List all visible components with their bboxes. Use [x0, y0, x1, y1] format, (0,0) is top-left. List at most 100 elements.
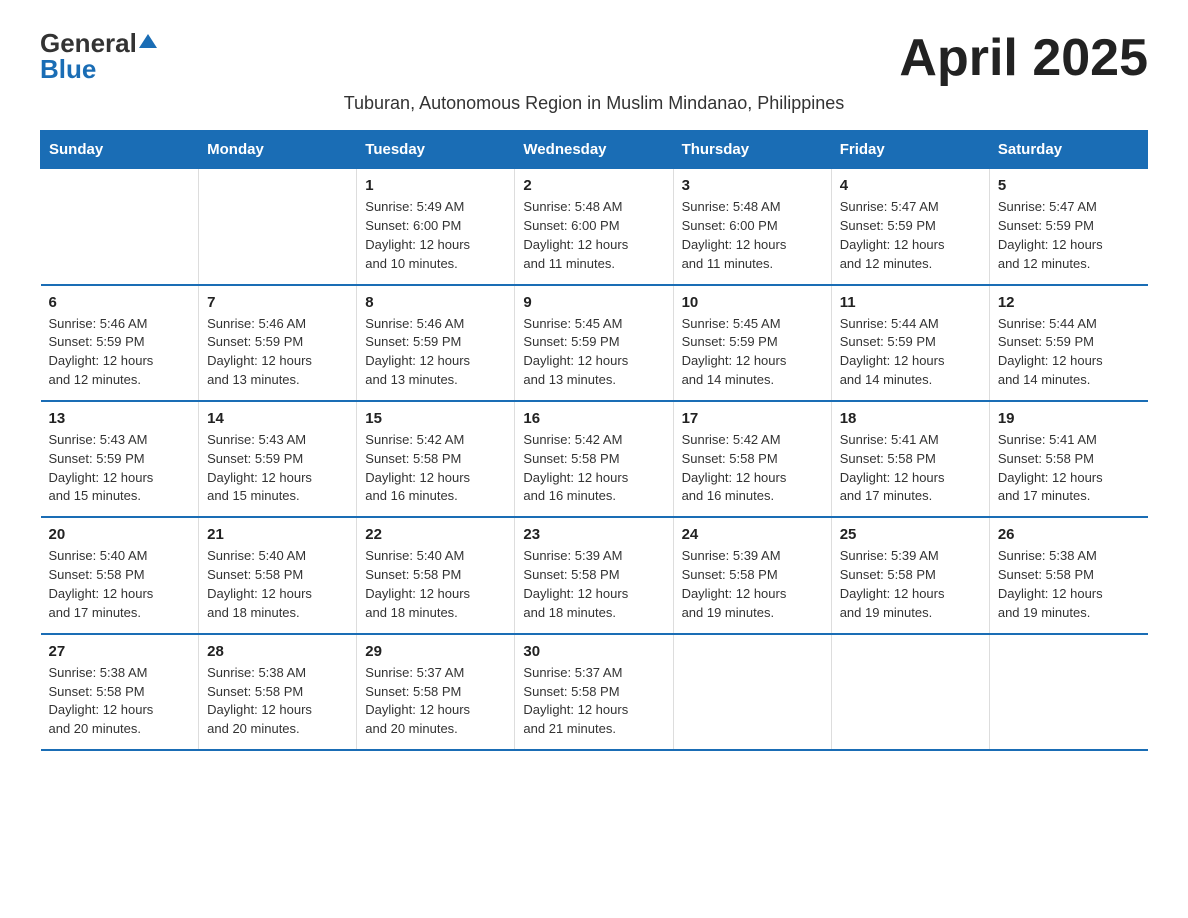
day-number: 13 — [49, 410, 191, 427]
page-title: April 2025 — [899, 30, 1148, 87]
day-number: 7 — [207, 294, 348, 311]
day-number: 30 — [523, 643, 664, 660]
day-number: 12 — [998, 294, 1140, 311]
calendar-cell: 4 Sunrise: 5:47 AM Sunset: 5:59 PM Daylig… — [831, 169, 989, 285]
day-number: 18 — [840, 410, 981, 427]
calendar-cell: 18 Sunrise: 5:41 AM Sunset: 5:58 PM Dayli… — [831, 401, 989, 517]
day-info: Sunrise: 5:43 AM Sunset: 5:59 PM Dayligh… — [49, 431, 191, 506]
day-number: 17 — [682, 410, 823, 427]
calendar-week-row: 27 Sunrise: 5:38 AM Sunset: 5:58 PM Dayli… — [41, 634, 1148, 750]
day-number: 25 — [840, 526, 981, 543]
day-info: Sunrise: 5:48 AM Sunset: 6:00 PM Dayligh… — [523, 198, 664, 273]
calendar-cell — [673, 634, 831, 750]
day-info: Sunrise: 5:45 AM Sunset: 5:59 PM Dayligh… — [682, 315, 823, 390]
day-number: 27 — [49, 643, 191, 660]
day-number: 3 — [682, 177, 823, 194]
logo-general: General — [40, 30, 137, 56]
day-info: Sunrise: 5:48 AM Sunset: 6:00 PM Dayligh… — [682, 198, 823, 273]
calendar-cell — [41, 169, 199, 285]
day-number: 20 — [49, 526, 191, 543]
calendar-cell: 26Sunrise: 5:38 AM Sunset: 5:58 PM Dayli… — [989, 517, 1147, 633]
day-info: Sunrise: 5:38 AM Sunset: 5:58 PM Dayligh… — [49, 664, 191, 739]
day-number: 23 — [523, 526, 664, 543]
calendar-cell — [989, 634, 1147, 750]
calendar-cell: 19 Sunrise: 5:41 AM Sunset: 5:58 PM Dayli… — [989, 401, 1147, 517]
calendar-cell: 16Sunrise: 5:42 AM Sunset: 5:58 PM Dayli… — [515, 401, 673, 517]
calendar-cell: 2Sunrise: 5:48 AM Sunset: 6:00 PM Daylig… — [515, 169, 673, 285]
calendar-cell: 25 Sunrise: 5:39 AM Sunset: 5:58 PM Dayli… — [831, 517, 989, 633]
calendar-cell: 9Sunrise: 5:45 AM Sunset: 5:59 PM Daylig… — [515, 285, 673, 401]
day-info: Sunrise: 5:40 AM Sunset: 5:58 PM Dayligh… — [49, 547, 191, 622]
day-info: Sunrise: 5:42 AM Sunset: 5:58 PM Dayligh… — [682, 431, 823, 506]
weekday-header-friday: Friday — [831, 131, 989, 169]
day-info: Sunrise: 5:46 AM Sunset: 5:59 PM Dayligh… — [49, 315, 191, 390]
weekday-header-sunday: Sunday — [41, 131, 199, 169]
calendar-cell: 22Sunrise: 5:40 AM Sunset: 5:58 PM Dayli… — [357, 517, 515, 633]
weekday-header-saturday: Saturday — [989, 131, 1147, 169]
day-number: 28 — [207, 643, 348, 660]
calendar-cell: 20 Sunrise: 5:40 AM Sunset: 5:58 PM Dayli… — [41, 517, 199, 633]
calendar-cell: 21 Sunrise: 5:40 AM Sunset: 5:58 PM Dayli… — [199, 517, 357, 633]
calendar-cell: 12 Sunrise: 5:44 AM Sunset: 5:59 PM Dayli… — [989, 285, 1147, 401]
logo-triangle-icon — [139, 32, 157, 50]
day-info: Sunrise: 5:47 AM Sunset: 5:59 PM Dayligh… — [998, 198, 1140, 273]
day-info: Sunrise: 5:41 AM Sunset: 5:58 PM Dayligh… — [998, 431, 1140, 506]
logo: General Blue — [40, 30, 157, 82]
calendar-week-row: 1Sunrise: 5:49 AM Sunset: 6:00 PM Daylig… — [41, 169, 1148, 285]
day-number: 11 — [840, 294, 981, 311]
calendar-cell: 14 Sunrise: 5:43 AM Sunset: 5:59 PM Dayli… — [199, 401, 357, 517]
day-info: Sunrise: 5:39 AM Sunset: 5:58 PM Dayligh… — [523, 547, 664, 622]
day-number: 16 — [523, 410, 664, 427]
calendar-week-row: 13 Sunrise: 5:43 AM Sunset: 5:59 PM Dayli… — [41, 401, 1148, 517]
day-info: Sunrise: 5:44 AM Sunset: 5:59 PM Dayligh… — [998, 315, 1140, 390]
day-number: 29 — [365, 643, 506, 660]
calendar-cell — [831, 634, 989, 750]
day-number: 15 — [365, 410, 506, 427]
day-info: Sunrise: 5:43 AM Sunset: 5:59 PM Dayligh… — [207, 431, 348, 506]
day-info: Sunrise: 5:42 AM Sunset: 5:58 PM Dayligh… — [365, 431, 506, 506]
day-number: 5 — [998, 177, 1140, 194]
calendar-cell: 6 Sunrise: 5:46 AM Sunset: 5:59 PM Daylig… — [41, 285, 199, 401]
calendar-cell: 10 Sunrise: 5:45 AM Sunset: 5:59 PM Dayli… — [673, 285, 831, 401]
calendar-cell: 15 Sunrise: 5:42 AM Sunset: 5:58 PM Dayli… — [357, 401, 515, 517]
weekday-header-thursday: Thursday — [673, 131, 831, 169]
day-number: 21 — [207, 526, 348, 543]
calendar-cell: 1Sunrise: 5:49 AM Sunset: 6:00 PM Daylig… — [357, 169, 515, 285]
day-info: Sunrise: 5:46 AM Sunset: 5:59 PM Dayligh… — [207, 315, 348, 390]
calendar-cell: 17 Sunrise: 5:42 AM Sunset: 5:58 PM Dayli… — [673, 401, 831, 517]
day-number: 10 — [682, 294, 823, 311]
calendar-week-row: 6 Sunrise: 5:46 AM Sunset: 5:59 PM Daylig… — [41, 285, 1148, 401]
weekday-header-monday: Monday — [199, 131, 357, 169]
subtitle: Tuburan, Autonomous Region in Muslim Min… — [40, 93, 1148, 114]
calendar-cell: 28Sunrise: 5:38 AM Sunset: 5:58 PM Dayli… — [199, 634, 357, 750]
calendar-cell: 24Sunrise: 5:39 AM Sunset: 5:58 PM Dayli… — [673, 517, 831, 633]
calendar-table: SundayMondayTuesdayWednesdayThursdayFrid… — [40, 130, 1148, 751]
day-number: 14 — [207, 410, 348, 427]
day-number: 24 — [682, 526, 823, 543]
day-number: 9 — [523, 294, 664, 311]
day-info: Sunrise: 5:47 AM Sunset: 5:59 PM Dayligh… — [840, 198, 981, 273]
calendar-cell — [199, 169, 357, 285]
day-info: Sunrise: 5:40 AM Sunset: 5:58 PM Dayligh… — [207, 547, 348, 622]
day-number: 6 — [49, 294, 191, 311]
calendar-cell: 3 Sunrise: 5:48 AM Sunset: 6:00 PM Daylig… — [673, 169, 831, 285]
day-info: Sunrise: 5:46 AM Sunset: 5:59 PM Dayligh… — [365, 315, 506, 390]
calendar-cell: 5 Sunrise: 5:47 AM Sunset: 5:59 PM Daylig… — [989, 169, 1147, 285]
day-number: 4 — [840, 177, 981, 194]
day-info: Sunrise: 5:44 AM Sunset: 5:59 PM Dayligh… — [840, 315, 981, 390]
calendar-cell: 27 Sunrise: 5:38 AM Sunset: 5:58 PM Dayli… — [41, 634, 199, 750]
day-info: Sunrise: 5:41 AM Sunset: 5:58 PM Dayligh… — [840, 431, 981, 506]
day-info: Sunrise: 5:39 AM Sunset: 5:58 PM Dayligh… — [840, 547, 981, 622]
day-info: Sunrise: 5:49 AM Sunset: 6:00 PM Dayligh… — [365, 198, 506, 273]
day-info: Sunrise: 5:38 AM Sunset: 5:58 PM Dayligh… — [998, 547, 1140, 622]
weekday-header-wednesday: Wednesday — [515, 131, 673, 169]
calendar-cell: 7 Sunrise: 5:46 AM Sunset: 5:59 PM Daylig… — [199, 285, 357, 401]
day-info: Sunrise: 5:37 AM Sunset: 5:58 PM Dayligh… — [365, 664, 506, 739]
calendar-week-row: 20 Sunrise: 5:40 AM Sunset: 5:58 PM Dayli… — [41, 517, 1148, 633]
calendar-cell: 13 Sunrise: 5:43 AM Sunset: 5:59 PM Dayli… — [41, 401, 199, 517]
calendar-cell: 23 Sunrise: 5:39 AM Sunset: 5:58 PM Dayli… — [515, 517, 673, 633]
calendar-cell: 29 Sunrise: 5:37 AM Sunset: 5:58 PM Dayli… — [357, 634, 515, 750]
day-number: 19 — [998, 410, 1140, 427]
logo-blue: Blue — [40, 56, 96, 82]
weekday-header-tuesday: Tuesday — [357, 131, 515, 169]
